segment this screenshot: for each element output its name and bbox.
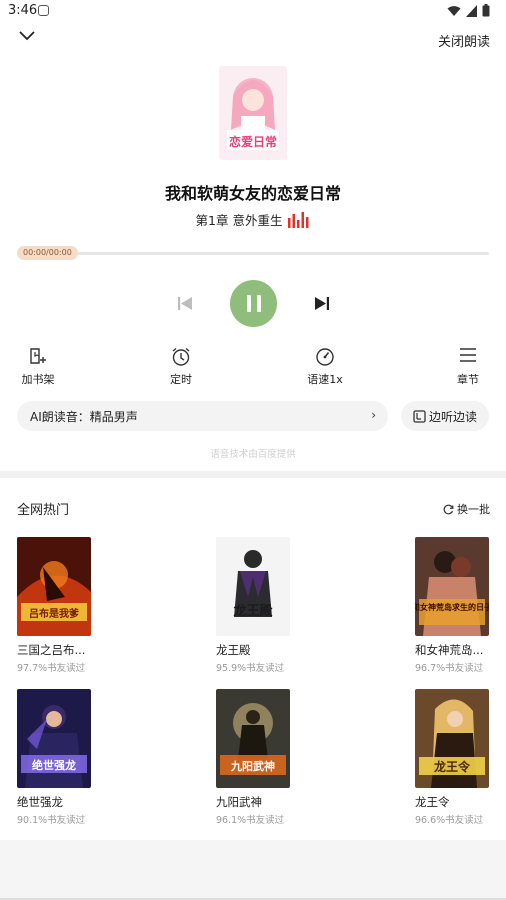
book-name: 三国之吕布... [17, 643, 86, 657]
book-card[interactable]: 和女神荒岛求生的日子 和女神荒岛... 96.7%书友读过 [415, 537, 491, 674]
refresh-button[interactable]: 换一批 [443, 501, 490, 517]
read-percentage: 96.7%书友读过 [415, 663, 484, 674]
read-percentage: 95.9%书友读过 [216, 663, 285, 674]
listen-while-reading-button[interactable]: 边听边读 [401, 401, 489, 431]
progress-track[interactable] [17, 252, 489, 255]
read-percentage: 90.1%书友读过 [17, 815, 86, 826]
book-card[interactable]: 九阳武神 九阳武神 96.1%书友读过 [216, 689, 292, 826]
book-name: 九阳武神 [216, 795, 262, 809]
hot-section-title: 全网热门 [17, 503, 70, 518]
top-bar: 关闭朗读 [0, 26, 506, 52]
playback-controls [0, 280, 506, 328]
pause-icon [246, 295, 251, 312]
section-divider [0, 471, 506, 478]
chevron-right-icon: › [371, 408, 376, 422]
timer-label: 定时 [170, 373, 192, 386]
book-cover[interactable]: 龙王殿 [216, 537, 290, 636]
book-cover[interactable]: 龙王令 [415, 689, 489, 788]
menu-list-icon [460, 348, 476, 362]
book-cover: 恋爱日常 [219, 66, 287, 160]
cover-title-text: 九阳武神 [230, 759, 275, 773]
pause-button[interactable] [230, 280, 277, 327]
close-reading-button[interactable]: 关闭朗读 [438, 31, 490, 50]
book-name: 龙王令 [415, 795, 450, 809]
book-card[interactable]: 吕布是我爹 三国之吕布... 97.7%书友读过 [17, 537, 93, 674]
refresh-icon [443, 504, 454, 514]
book-cover[interactable]: 和女神荒岛求生的日子 [415, 537, 489, 636]
book-cover[interactable]: 九阳武神 [216, 689, 290, 788]
book-name: 和女神荒岛... [415, 643, 484, 657]
signal-icon [466, 4, 477, 17]
book-cover[interactable]: 吕布是我爹 [17, 537, 91, 636]
timer-button[interactable]: 定时 [151, 347, 211, 387]
book-card[interactable]: 龙王殿 龙王殿 95.9%书友读过 [216, 537, 292, 674]
add-bookshelf-button[interactable]: 加书架 [8, 347, 68, 387]
powered-by-text: 语音技术由百度提供 [210, 449, 296, 460]
alarm-clock-icon [172, 347, 190, 366]
cover-title-text: 和女神荒岛求生的日子 [415, 602, 489, 612]
read-percentage: 96.1%书友读过 [216, 815, 285, 826]
wifi-icon [447, 5, 461, 16]
audio-wave-icon [288, 211, 309, 228]
ai-voice-label: AI朗读音：精品男声 [30, 410, 138, 424]
book-name: 龙王殿 [216, 643, 251, 657]
book-read-icon [413, 409, 426, 423]
book-title: 我和软萌女友的恋爱日常 [164, 184, 341, 203]
read-percentage: 97.7%书友读过 [17, 663, 86, 674]
bottom-area [0, 840, 506, 900]
cover-title-text: 龙王殿 [233, 603, 273, 619]
battery-icon [482, 4, 490, 17]
ai-voice-selector[interactable]: AI朗读音：精品男声 › [17, 401, 388, 431]
add-bookshelf-icon [30, 348, 46, 364]
book-cover[interactable]: 绝世强龙 [17, 689, 91, 788]
status-bar: 3:46 [0, 0, 506, 22]
progress-thumb[interactable]: 00:00/00:00 [17, 246, 78, 260]
playback-progress[interactable]: 00:00/00:00 [17, 246, 489, 260]
previous-chapter-icon[interactable] [177, 296, 193, 311]
add-bookshelf-label: 加书架 [21, 373, 55, 386]
pause-icon-bar [256, 295, 261, 312]
book-card[interactable]: 龙王令 龙王令 96.6%书友读过 [415, 689, 491, 826]
chapter-row: 第1章 意外重生 [0, 210, 506, 229]
read-percentage: 96.6%书友读过 [415, 815, 484, 826]
refresh-label: 换一批 [457, 503, 490, 516]
chevron-down-icon[interactable] [18, 30, 36, 42]
next-chapter-icon[interactable] [314, 296, 330, 311]
speedometer-icon [316, 348, 334, 366]
speed-label: 语速1x [307, 373, 343, 386]
notification-icon [38, 5, 49, 16]
book-name: 绝世强龙 [17, 795, 63, 809]
chapter-title: 第1章 意外重生 [195, 213, 283, 228]
cover-title-text: 恋爱日常 [229, 134, 277, 149]
tool-row: 加书架 定时 语速1x 章节 [0, 347, 506, 387]
cover-title-text: 绝世强龙 [32, 758, 76, 772]
status-icons [447, 4, 490, 17]
chapters-button[interactable]: 章节 [438, 347, 498, 387]
speed-button[interactable]: 语速1x [295, 347, 355, 387]
status-time: 3:46 [8, 3, 38, 18]
cover-title-text: 龙王令 [434, 759, 471, 774]
cover-title-text: 吕布是我爹 [29, 607, 80, 620]
book-card[interactable]: 绝世强龙 绝世强龙 90.1%书友读过 [17, 689, 93, 826]
chapters-label: 章节 [457, 373, 479, 386]
listen-while-reading-label: 边听边读 [428, 409, 477, 424]
